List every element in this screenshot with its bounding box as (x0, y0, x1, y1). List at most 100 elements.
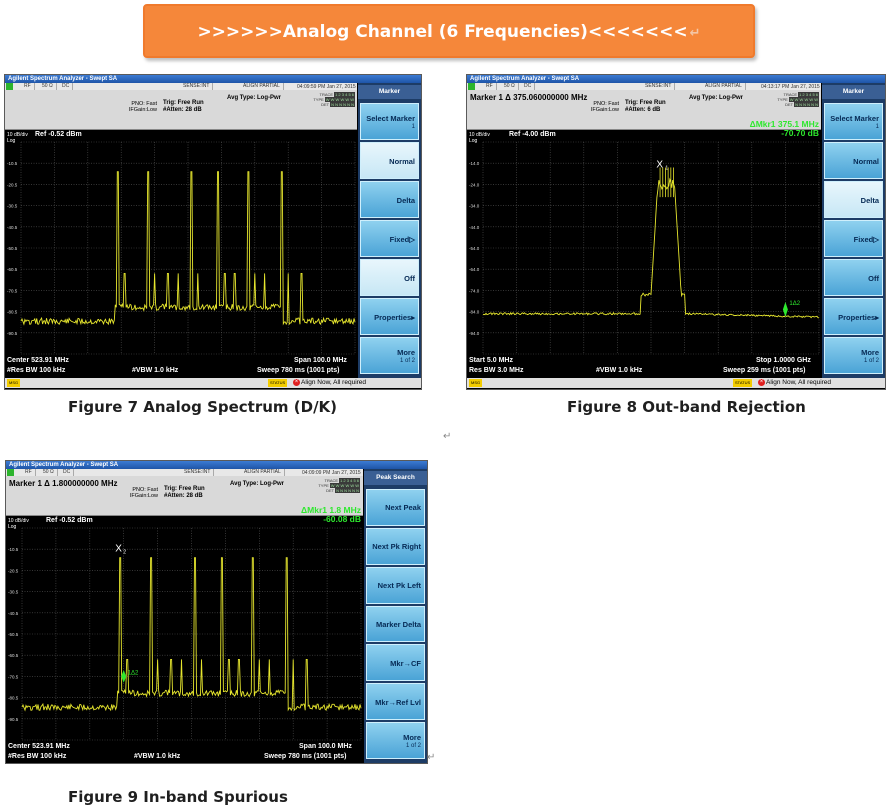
y-tick-label: -44.0 (469, 225, 480, 230)
y-tick-label: -10.5 (8, 547, 19, 552)
tab-impedance[interactable]: 50 Ω (501, 83, 519, 90)
softkey-1[interactable]: Select Marker 1 (360, 103, 419, 140)
marker-readout: Marker 1 Δ 1.800000000 MHz (9, 479, 118, 488)
softkey-label: Delta (860, 195, 879, 205)
trace-table: TRACE 1 2 3 4 5 6 TYPE W W W W W W DET N N … (769, 92, 819, 107)
banner-title: >>>>>>Analog Channel (6 Frequencies)<<<<… (197, 22, 688, 42)
y-tick-label: -20.5 (8, 568, 19, 573)
spectrum-analyzer-fig8: Agilent Spectrum Analyzer - Swept SA RF … (466, 74, 886, 390)
status-label: STATUS (733, 379, 753, 387)
graticule: -10.5 -20.5 -30.5 -40.5 -50.5 -60.5 -70.5 -80.5… (7, 141, 356, 355)
y-tick-label: -50.5 (8, 632, 19, 637)
softkey-sublabel: 1 of 2 (863, 357, 879, 364)
status-bar: MSG STATUS × Align Now, All required (5, 378, 421, 388)
softkey-4[interactable]: Marker Delta (366, 605, 425, 643)
pno-label: PNO: Fast IFGain:Low (117, 101, 157, 113)
start-freq: Start 5.0 MHz (469, 357, 513, 364)
softkey-panel: Marker Select Marker 1 Normal Delta Fixed▷ Of… (358, 83, 421, 378)
spectrum-trace: -10.5 -20.5 -30.5 -40.5 -50.5 -60.5 -70.5 -80.5… (7, 141, 356, 355)
y-tick-label: -60.5 (7, 267, 18, 272)
avg-type: Avg Type: Log-Pwr (689, 95, 743, 101)
softkey-label: Select Marker (366, 113, 415, 123)
tab-rf[interactable]: RF (483, 83, 497, 90)
softkey-label: Normal (389, 156, 415, 166)
y-tick-label: -34.0 (469, 204, 480, 209)
pno-label: PNO: Fast IFGain:Low (118, 487, 158, 499)
softkey-label: Next Pk Left (377, 581, 421, 591)
status-bar: MSG STATUS × Align Now, All required (467, 378, 885, 388)
softkey-3[interactable]: Delta (824, 181, 883, 218)
tab-dc[interactable]: DC (60, 469, 75, 476)
softkey-2[interactable]: Next Pk Right (366, 527, 425, 565)
caption-fig8: Figure 8 Out-band Rejection (567, 398, 806, 416)
footer: Start 5.0 MHz Res BW 3.0 MHz #VBW 1.0 kH… (467, 356, 821, 378)
softkey-4[interactable]: Fixed▷ (360, 220, 419, 257)
softkey-label: Off (404, 273, 415, 283)
panel-title: Peak Search (364, 471, 427, 485)
softkey-3[interactable]: Delta (360, 181, 419, 218)
softkey-1[interactable]: Select Marker 1 (824, 103, 883, 140)
error-icon: × (293, 379, 300, 386)
pno-label: PNO: Fast IFGain:Low (579, 101, 619, 113)
panel-title: Marker (822, 85, 885, 99)
tab-rf[interactable]: RF (22, 469, 36, 476)
softkey-7[interactable]: More 1 of 2 (360, 337, 419, 374)
y-tick-label: -74.0 (469, 288, 480, 293)
app-title: Agilent Spectrum Analyzer - Swept SA (6, 461, 427, 469)
avg-type: Avg Type: Log-Pwr (227, 95, 281, 101)
softkey-1[interactable]: Next Peak (366, 489, 425, 526)
softkey-5[interactable]: Off (824, 259, 883, 296)
error-icon: × (758, 379, 765, 386)
marker-x-label: X (656, 159, 663, 170)
tab-impedance[interactable]: 50 Ω (39, 83, 57, 90)
softkey-4[interactable]: Fixed▷ (824, 220, 883, 257)
trig-text: Trig: Free Run (164, 486, 205, 492)
y-tick-label: -94.0 (469, 331, 480, 336)
det-label: DET (326, 488, 335, 493)
align-label: ALIGN PARTIAL (241, 469, 285, 476)
span: Span 100.0 MHz (294, 357, 347, 364)
status-led-icon (7, 469, 14, 476)
marker-1-label: 1 (665, 166, 668, 172)
tab-rf[interactable]: RF (21, 83, 35, 90)
channel-peaks (659, 167, 674, 198)
softkey-3[interactable]: Next Pk Left (366, 566, 425, 604)
softkey-label: Fixed▷ (853, 234, 879, 244)
softkey-5[interactable]: Mkr→CF (366, 644, 425, 682)
tab-impedance[interactable]: 50 Ω (40, 469, 58, 476)
softkey-2[interactable]: Normal (824, 142, 883, 179)
y-tick-label: -90.5 (8, 717, 19, 722)
status-label: STATUS (268, 379, 288, 387)
tab-dc[interactable]: DC (521, 83, 536, 90)
softkey-7[interactable]: More 1 of 2 (366, 722, 425, 759)
res-bw: #Res BW 100 kHz (7, 367, 66, 374)
stop-freq: Stop 1.0000 GHz (756, 357, 811, 364)
marker-readout: Marker 1 Δ 375.060000000 MHz (470, 93, 588, 102)
y-tick-label: -54.0 (469, 246, 480, 251)
trig-info: Trig: Free Run #Atten: 28 dB (164, 486, 205, 500)
status-text: Align Now, All required (766, 379, 832, 387)
softkey-panel: Marker Select Marker 1 Normal Delta Fixed▷ Of… (822, 83, 885, 378)
spectrum-plot: 10 dB/div Log Ref -4.00 dBm ΔMkr1 375.1 … (467, 120, 821, 356)
softkey-7[interactable]: More 1 of 2 (824, 337, 883, 374)
footer: Center 523.91 MHz #Res BW 100 kHz #VBW 1… (6, 742, 363, 763)
header-bar: RF 50 Ω DC SENSE:INT ALIGN PARTIAL 04:09… (5, 83, 357, 130)
softkey-label: More (403, 732, 421, 742)
align-label: ALIGN PARTIAL (240, 83, 284, 90)
softkey-6[interactable]: Properties▸ (824, 298, 883, 335)
y-tick-label: -70.5 (7, 288, 18, 293)
y-tick-label: -50.5 (7, 246, 18, 251)
res-bw: #Res BW 100 kHz (8, 753, 67, 760)
spectrum-plot: 10 dB/div Log Ref -0.52 dBm ΔMkr1 1.8 MH… (6, 506, 363, 742)
y-tick-label: -30.5 (8, 590, 19, 595)
softkey-panel: Peak Search Next Peak Next Pk Right Next P… (364, 469, 427, 763)
trig-text: Trig: Free Run (163, 100, 204, 106)
softkey-6[interactable]: Properties▸ (360, 298, 419, 335)
y-tick-label: -60.5 (8, 653, 19, 658)
spectrum-analyzer-fig7: Agilent Spectrum Analyzer - Swept SA RF … (4, 74, 422, 390)
softkey-label: Mkr→CF (390, 658, 421, 668)
tab-dc[interactable]: DC (59, 83, 74, 90)
softkey-2[interactable]: Normal (360, 142, 419, 179)
softkey-6[interactable]: Mkr→Ref Lvl (366, 683, 425, 721)
softkey-5[interactable]: Off (360, 259, 419, 296)
